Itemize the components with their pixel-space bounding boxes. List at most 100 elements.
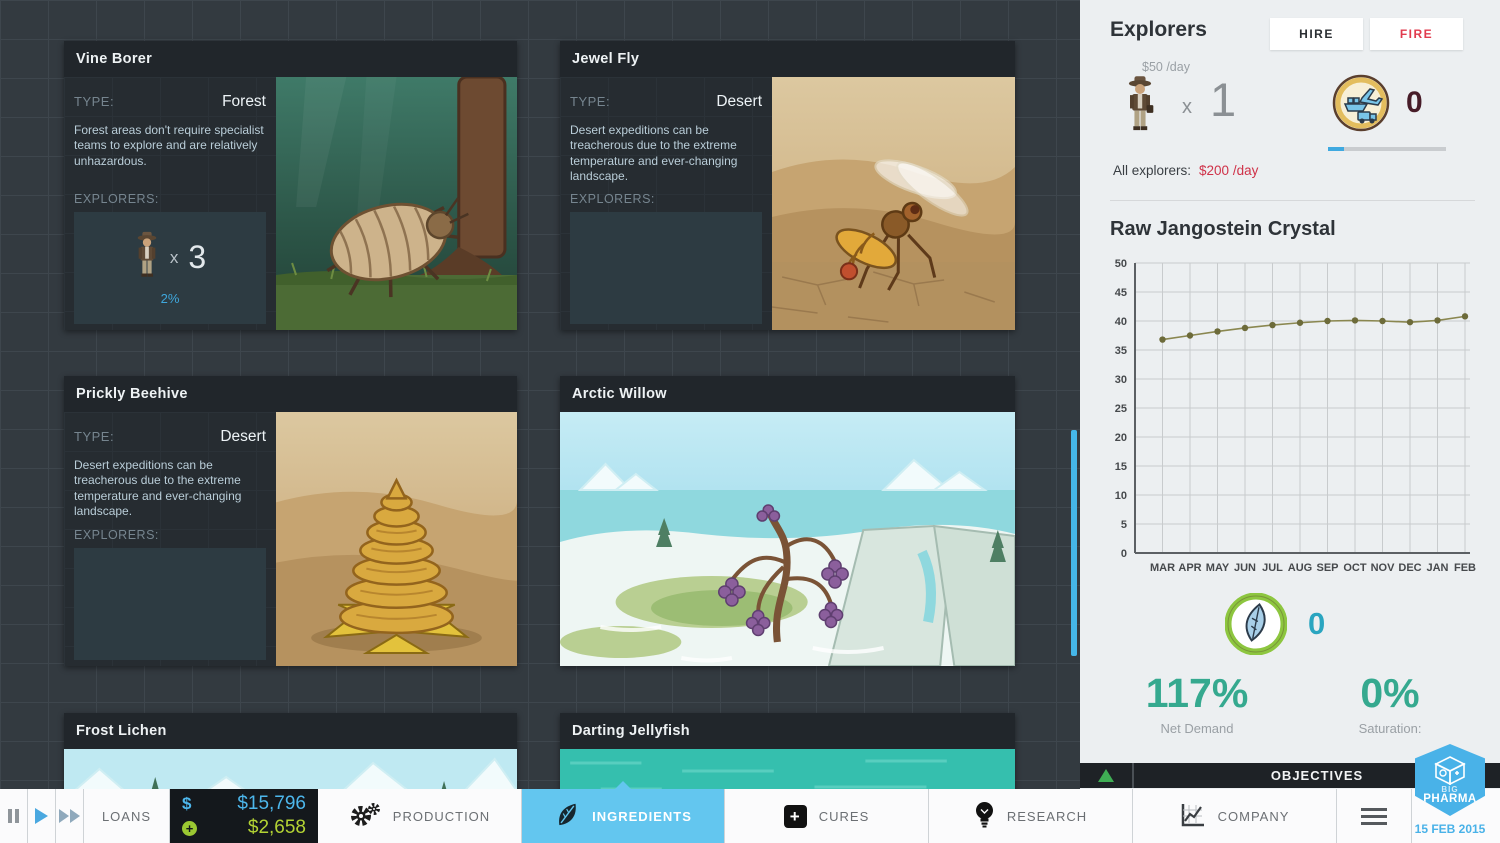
card-info-panel: TYPE: Forest Forest areas don't require … — [64, 77, 276, 330]
chart-title: Raw Jangostein Crystal — [1110, 218, 1336, 241]
type-label: TYPE: — [74, 94, 114, 109]
scrollbar-thumb[interactable] — [1071, 430, 1077, 656]
tab-label: CURES — [819, 809, 870, 824]
fast-forward-button[interactable] — [56, 789, 84, 843]
desert-beehive-scene-illustration — [276, 412, 517, 666]
explorers-dropzone[interactable] — [570, 212, 762, 324]
explorer-count: 3 — [188, 239, 206, 276]
all-explorers-label: All explorers: — [1113, 163, 1191, 178]
explorers-sidebar: Explorers HIRE FIRE $50 /day x 1 — [1080, 0, 1500, 843]
ingredient-card-jewel-fly[interactable]: Jewel Fly TYPE: Desert Desert expedition… — [560, 41, 1015, 330]
income-plus-icon: + — [182, 821, 197, 836]
explorers-label: EXPLORERS: — [74, 192, 266, 206]
type-value: Forest — [222, 93, 266, 111]
price-history-chart: 05101520253035404550MARAPRMAYJUNJULAUGSE… — [1098, 248, 1493, 578]
ingredient-card-vine-borer[interactable]: Vine Borer TYPE: Forest Forest areas don… — [64, 41, 517, 330]
ingredient-count: 0 — [1308, 606, 1325, 642]
card-title: Frost Lichen — [64, 713, 517, 749]
svg-text:20: 20 — [1115, 432, 1127, 444]
explorers-dropzone[interactable]: x 3 2% — [74, 212, 266, 324]
tab-research[interactable]: RESEARCH — [929, 789, 1133, 843]
tab-label: COMPANY — [1218, 809, 1290, 824]
svg-text:NOV: NOV — [1371, 562, 1396, 574]
ingredient-card-arctic-willow[interactable]: Arctic Willow — [560, 376, 1015, 666]
svg-text:0: 0 — [1121, 548, 1127, 560]
svg-text:15: 15 — [1115, 461, 1127, 473]
saturation-label: Saturation: — [1315, 721, 1465, 736]
svg-text:SEP: SEP — [1316, 562, 1338, 574]
explorer-icon — [1124, 74, 1156, 139]
svg-text:30: 30 — [1115, 374, 1127, 386]
transport-progress-bar — [1328, 147, 1446, 151]
tab-company[interactable]: COMPANY — [1133, 789, 1337, 843]
exploration-grid-background: Vine Borer TYPE: Forest Forest areas don… — [0, 0, 1080, 843]
loans-button[interactable]: LOANS — [84, 789, 170, 843]
play-button[interactable] — [28, 789, 56, 843]
svg-text:JUN: JUN — [1234, 562, 1256, 574]
warning-triangle-icon — [1098, 769, 1114, 782]
explorer-multiplier: x — [1182, 96, 1192, 119]
svg-text:JAN: JAN — [1426, 562, 1448, 574]
chart-icon — [1180, 802, 1206, 831]
tab-production[interactable]: PRODUCTION — [318, 789, 522, 843]
pause-button[interactable] — [0, 789, 28, 843]
svg-text:FEB: FEB — [1454, 562, 1476, 574]
svg-text:25: 25 — [1115, 403, 1127, 415]
tab-label: RESEARCH — [1007, 809, 1087, 824]
svg-text:DEC: DEC — [1398, 562, 1421, 574]
explorer-multiplier: x — [170, 248, 179, 268]
exploration-progress: 2% — [161, 291, 180, 306]
net-demand-value: 117% — [1122, 670, 1272, 717]
logo-text-bottom: PHARMA — [1423, 793, 1476, 805]
saturation-stat: 0% Saturation: — [1315, 670, 1465, 736]
bottom-toolbar: LOANS $ $15,796 + $2,658 PRODUCTION — [0, 789, 1500, 843]
type-description: Forest areas don't require specialist te… — [74, 123, 266, 169]
svg-text:10: 10 — [1115, 490, 1127, 502]
currency-icon: $ — [182, 794, 191, 814]
bulb-icon — [974, 801, 995, 831]
menu-button[interactable] — [1337, 789, 1412, 843]
svg-text:MAY: MAY — [1206, 562, 1230, 574]
card-title: Darting Jellyfish — [560, 713, 1015, 749]
cash-balance: $15,796 — [237, 793, 306, 815]
arctic-willow-scene-illustration — [560, 412, 1015, 666]
active-tab-notch — [615, 781, 631, 789]
card-title: Prickly Beehive — [64, 376, 517, 412]
explorers-label: EXPLORERS: — [570, 192, 762, 206]
tab-cures[interactable]: + CURES — [725, 789, 929, 843]
svg-text:JUL: JUL — [1262, 562, 1283, 574]
svg-text:AUG: AUG — [1288, 562, 1312, 574]
ingredient-leaf-badge — [1225, 593, 1287, 660]
svg-text:50: 50 — [1115, 258, 1127, 270]
transport-count: 0 — [1406, 86, 1423, 120]
tab-label: PRODUCTION — [393, 809, 490, 824]
explorer-rate: $50 /day — [1142, 60, 1190, 74]
svg-text:MAR: MAR — [1150, 562, 1175, 574]
hamburger-icon — [1361, 808, 1387, 825]
ingredient-card-prickly-beehive[interactable]: Prickly Beehive TYPE: Desert Desert expe… — [64, 376, 517, 666]
type-label: TYPE: — [74, 429, 114, 444]
svg-text:35: 35 — [1115, 345, 1127, 357]
logo-cube-icon — [1433, 755, 1467, 785]
type-value: Desert — [220, 428, 266, 446]
game-date: 15 FEB 2015 — [1405, 822, 1495, 836]
type-label: TYPE: — [570, 94, 610, 109]
card-info-panel: TYPE: Desert Desert expeditions can be t… — [560, 77, 772, 330]
play-icon — [35, 808, 48, 824]
net-demand-label: Net Demand — [1122, 721, 1272, 736]
fire-button[interactable]: FIRE — [1370, 18, 1463, 50]
pause-icon — [8, 809, 19, 823]
money-panel: $ $15,796 + $2,658 — [170, 789, 318, 843]
divider — [1110, 200, 1475, 201]
tab-ingredients[interactable]: INGREDIENTS — [522, 789, 725, 843]
type-description: Desert expeditions can be treacherous du… — [74, 458, 266, 519]
leaf-icon — [554, 802, 580, 831]
daily-income: $2,658 — [248, 817, 306, 839]
svg-text:APR: APR — [1178, 562, 1201, 574]
net-demand-stat: 117% Net Demand — [1122, 670, 1272, 736]
objectives-warning-cell — [1080, 763, 1134, 788]
hire-button[interactable]: HIRE — [1270, 18, 1363, 50]
type-description: Desert expeditions can be treacherous du… — [570, 123, 762, 184]
tab-label: INGREDIENTS — [592, 809, 692, 824]
explorers-dropzone[interactable] — [74, 548, 266, 660]
